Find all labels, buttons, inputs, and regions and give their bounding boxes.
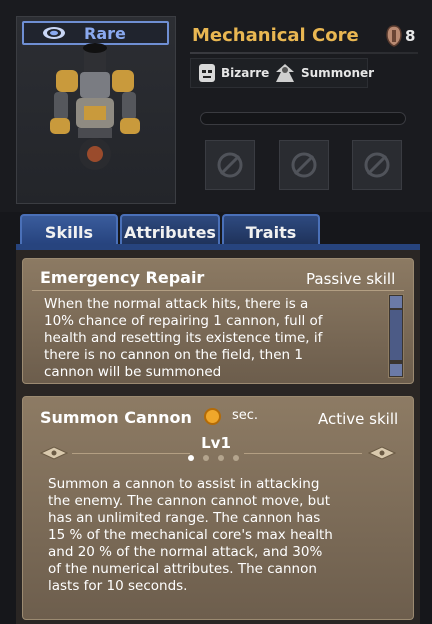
- unit-name: Mechanical Core: [192, 25, 359, 46]
- unit-cost: 8: [405, 27, 416, 45]
- level-divider-left: [72, 453, 190, 454]
- skill-divider: [32, 290, 404, 291]
- description-line: the enemy. The cannon cannot move, but: [48, 493, 331, 509]
- empty-slot-icon: [291, 152, 317, 178]
- skill-description: Summon a cannon to assist in attacking t…: [48, 476, 398, 595]
- experience-bar: [200, 112, 406, 125]
- cooldown-clock-icon: [204, 408, 221, 425]
- level-next-arrow-icon[interactable]: [368, 446, 396, 460]
- scroll-thumb[interactable]: [390, 310, 402, 360]
- description-line: there is no cannon on the field, then 1: [44, 347, 303, 363]
- tag-summoner-label: Summoner: [301, 66, 375, 80]
- skill-description-scrollarea[interactable]: When the normal attack hits, there is a …: [34, 292, 386, 380]
- equipment-slot[interactable]: [279, 140, 329, 190]
- skill-title: Summon Cannon: [40, 408, 192, 427]
- tab-bar: Skills Attributes Traits: [0, 214, 432, 248]
- tab-traits[interactable]: Traits: [222, 214, 320, 248]
- page-dot: [203, 455, 209, 461]
- description-scrollbar[interactable]: [388, 294, 404, 378]
- rarity-label: Rare: [84, 24, 126, 43]
- equipment-slot[interactable]: [205, 140, 255, 190]
- description-line: health and resetting its existence time,…: [44, 330, 323, 346]
- tab-attributes[interactable]: Attributes: [120, 214, 220, 248]
- mask-icon: [199, 64, 215, 82]
- tag-summoner[interactable]: Summoner: [272, 62, 374, 84]
- description-line: 15 % of the mechanical core's max health: [48, 527, 333, 543]
- mechanical-core-illustration: [50, 43, 140, 170]
- rarity-gem-icon: [43, 27, 65, 39]
- skill-type: Passive skill: [306, 270, 396, 288]
- description-line: and 20 % of the normal attack, and 30%: [48, 544, 323, 560]
- description-line: cannon will be summoned: [44, 364, 222, 380]
- tag-bizarre-label: Bizarre: [221, 66, 270, 80]
- description-line: has an unlimited range. The cannon has: [48, 510, 321, 526]
- level-page-indicator: [188, 455, 239, 461]
- page-dot: [188, 455, 194, 461]
- skill-type: Active skill: [318, 410, 399, 428]
- equipment-slot[interactable]: [352, 140, 402, 190]
- tag-bizarre[interactable]: Bizarre: [196, 62, 269, 84]
- empty-slot-icon: [217, 152, 243, 178]
- cooldown-unit: sec.: [232, 408, 259, 423]
- page-dot: [233, 455, 239, 461]
- scroll-down-arrow-icon[interactable]: [390, 364, 402, 376]
- tab-skills[interactable]: Skills: [20, 214, 118, 248]
- cost-shield-icon: [386, 25, 402, 47]
- level-prev-arrow-icon[interactable]: [40, 446, 68, 460]
- level-divider-right: [244, 453, 362, 454]
- empty-slot-icon: [364, 152, 390, 178]
- description-line: 10% chance of repairing 1 cannon, full o…: [44, 313, 323, 329]
- scroll-up-arrow-icon[interactable]: [390, 296, 402, 308]
- skill-title: Emergency Repair: [40, 268, 205, 287]
- description-line: lasts for 10 seconds.: [48, 578, 188, 594]
- description-line: Summon a cannon to assist in attacking: [48, 476, 320, 492]
- description-line: When the normal attack hits, there is a: [44, 296, 309, 312]
- skill-description: When the normal attack hits, there is a …: [44, 296, 386, 380]
- summoner-icon: [276, 64, 294, 82]
- description-line: of the numerical attributes. The cannon: [48, 561, 317, 577]
- page-dot: [218, 455, 224, 461]
- name-divider: [190, 52, 418, 54]
